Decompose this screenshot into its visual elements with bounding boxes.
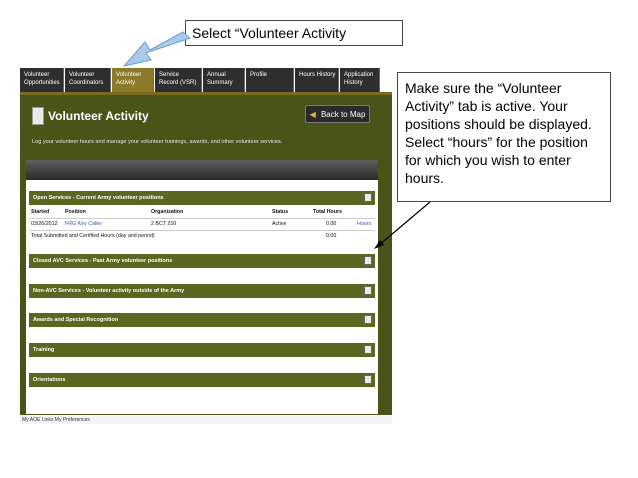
table-row: 03/26/2012 FRG Key Caller 2 BCT 210 Acti… (29, 219, 375, 230)
section-title: Training (33, 347, 55, 353)
col-status: Status (272, 209, 289, 215)
app-screenshot: Volunteer Opportunities Volunteer Coordi… (20, 68, 392, 424)
table-header-row: Started Position Organization Status Tot… (29, 207, 375, 218)
browser-status-strip: My AOE Links My Preferences (20, 416, 392, 424)
section-open-services[interactable]: Open Services - Current Army volunteer p… (29, 191, 375, 205)
cell-organization: 2 BCT 210 (151, 221, 177, 227)
section-title: Awards and Special Recognition (33, 317, 119, 323)
tab-volunteer-coordinators[interactable]: Volunteer Coordinators (65, 68, 111, 92)
section-awards[interactable]: Awards and Special Recognition (29, 313, 375, 327)
tab-label: Profile (250, 72, 268, 78)
back-to-map-label: Back to Map (320, 110, 366, 119)
content-header-bar (26, 160, 378, 180)
trash-icon[interactable] (364, 315, 372, 324)
col-started: Started (31, 209, 50, 215)
hours-link[interactable]: Hours (357, 219, 371, 230)
section-title: Closed AVC Services - Past Army voluntee… (33, 258, 173, 264)
cell-total-hours: 0.00 (326, 221, 337, 227)
total-row: Total Submitted and Certified Hours (day… (29, 231, 375, 242)
trash-icon[interactable] (364, 286, 372, 295)
position-link[interactable]: FRG Key Caller (65, 219, 102, 230)
instruction-callout-top: Select “Volunteer Activity (185, 20, 403, 46)
col-total-hours: Total Hours (313, 209, 343, 215)
tab-label: Opportunities (24, 80, 60, 86)
section-title: Orientations (33, 377, 66, 383)
total-value: 0.00 (326, 233, 337, 239)
tab-service-record[interactable]: Service Record (VSR) (155, 68, 202, 92)
content-area: Open Services - Current Army volunteer p… (26, 160, 378, 414)
instruction-callout-right: Make sure the “Volunteer Activity” tab i… (397, 72, 611, 202)
section-training[interactable]: Training (29, 343, 375, 357)
trash-icon[interactable] (364, 256, 372, 265)
trash-icon[interactable] (364, 193, 372, 202)
tab-volunteer-activity[interactable]: Volunteer Activity (112, 68, 154, 92)
arrow-left-icon: ◀ (309, 110, 316, 119)
section-orientations[interactable]: Orientations (29, 373, 375, 387)
tab-label: Summary (207, 80, 233, 86)
section-title: Open Services - Current Army volunteer p… (33, 195, 164, 201)
col-position: Position (65, 209, 86, 215)
tab-label: Application (344, 72, 374, 78)
tab-label: Activity (116, 80, 136, 86)
tab-label: Record (VSR) (159, 80, 197, 86)
pointer-arrow-tab (122, 31, 191, 67)
panel-header: Volunteer Activity ◀ Back to Map Log you… (20, 95, 392, 155)
col-organization: Organization (151, 209, 184, 215)
tab-label: Coordinators (69, 80, 104, 86)
tab-profile[interactable]: Profile (246, 68, 294, 92)
tab-label: Annual (207, 72, 226, 78)
tab-label: Volunteer (24, 72, 50, 78)
tab-label: Volunteer (69, 72, 95, 78)
trash-icon[interactable] (364, 375, 372, 384)
tab-hours-history[interactable]: Hours History (295, 68, 339, 92)
back-to-map-button[interactable]: ◀ Back to Map (305, 105, 370, 123)
tab-annual-summary[interactable]: Annual Summary (203, 68, 245, 92)
tab-label: Hours History (299, 72, 336, 78)
tab-volunteer-opportunities[interactable]: Volunteer Opportunities (20, 68, 64, 92)
tab-label: History (344, 80, 363, 86)
tab-label: Service (159, 72, 180, 78)
page-title: Volunteer Activity (48, 109, 149, 123)
intro-text: Log your volunteer hours and manage your… (32, 139, 283, 145)
document-icon (32, 107, 44, 125)
cell-started: 03/26/2012 (31, 221, 58, 227)
cell-status: Active (272, 221, 287, 227)
section-non-avc-services[interactable]: Non-AVC Services - Volunteer activity ou… (29, 284, 375, 298)
section-closed-services[interactable]: Closed AVC Services - Past Army voluntee… (29, 254, 375, 268)
section-title: Non-AVC Services - Volunteer activity ou… (33, 288, 185, 294)
total-label: Total Submitted and Certified Hours (day… (31, 233, 155, 239)
main-tab-bar: Volunteer Opportunities Volunteer Coordi… (20, 68, 392, 92)
trash-icon[interactable] (364, 345, 372, 354)
volunteer-activity-panel: Volunteer Activity ◀ Back to Map Log you… (20, 95, 392, 415)
tab-application-history[interactable]: Application History (340, 68, 380, 92)
tab-label: Volunteer (116, 72, 142, 78)
